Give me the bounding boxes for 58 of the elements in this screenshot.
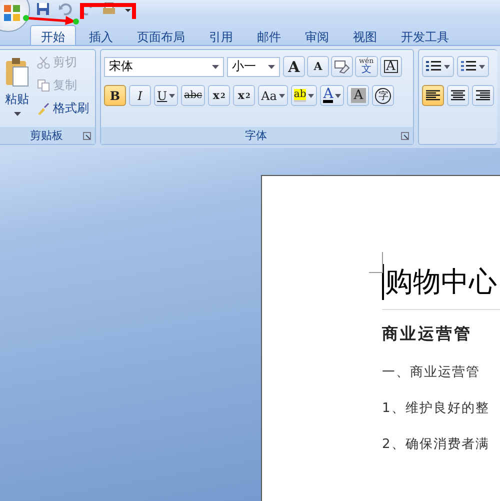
logo-icon (3, 4, 21, 22)
strike-button[interactable]: abc (181, 85, 206, 106)
caret-icon (479, 64, 485, 68)
save-icon[interactable] (36, 2, 50, 16)
caret-icon (268, 64, 275, 68)
ribbon-tab[interactable]: 邮件 (246, 25, 292, 45)
dialog-launcher-icon[interactable] (83, 132, 91, 140)
case-button[interactable]: Aa (258, 85, 288, 106)
ribbon-tab[interactable]: 审阅 (294, 25, 340, 45)
ribbon-tab[interactable]: 开始 (30, 25, 76, 45)
bullets-button[interactable] (422, 56, 454, 77)
align-icon (425, 90, 441, 102)
fontcolor-button[interactable]: A (320, 85, 344, 106)
paste-button[interactable]: 粘贴 (3, 53, 31, 124)
eraser-icon (334, 60, 350, 74)
clipboard-icon (5, 57, 29, 87)
ribbon-tab[interactable]: 引用 (198, 25, 244, 45)
bullet-list-icon (426, 60, 442, 74)
ribbon-tab[interactable]: 页面布局 (126, 25, 196, 45)
align-right-button[interactable] (472, 85, 494, 106)
ribbon-tab[interactable]: 视图 (342, 25, 388, 45)
paintbrush-icon (37, 102, 50, 115)
caret-icon (444, 64, 450, 68)
character-border-button[interactable]: A (380, 56, 402, 77)
numbering-button[interactable] (457, 56, 489, 77)
caret-icon (212, 64, 219, 68)
font-size-field[interactable]: 小一 (227, 56, 280, 76)
underline-button[interactable]: U (154, 85, 178, 106)
copy-icon (37, 79, 50, 92)
document-title: 购物中心 (385, 264, 497, 300)
caret-icon (14, 112, 20, 116)
annotation-arrow (22, 14, 80, 26)
group-label: 字体 (244, 128, 268, 143)
scissors-icon (37, 56, 50, 69)
ribbon-tab[interactable]: 插入 (78, 25, 124, 45)
print-icon[interactable] (102, 2, 116, 16)
document-text: 一、商业运营管 (382, 364, 481, 381)
highlight-button[interactable]: ab (290, 85, 318, 106)
group-label: 剪贴板 (29, 128, 64, 143)
grow-font-button[interactable]: A (283, 56, 305, 77)
numbered-list-icon (461, 60, 477, 74)
shade-button[interactable]: A (347, 85, 370, 106)
document-heading: 商业运营管 (382, 324, 473, 345)
document-text: 1、维护良好的整 (382, 400, 490, 417)
align-left-button[interactable] (422, 85, 444, 106)
clear-format-button[interactable] (331, 56, 353, 77)
italic-button[interactable]: I (129, 85, 151, 106)
align-center-button[interactable] (447, 85, 469, 106)
clipboard-command[interactable]: 格式刷 (35, 99, 91, 118)
ribbon-tab[interactable]: 开发工具 (390, 25, 460, 45)
document-text: 2、确保消费者满 (382, 436, 490, 453)
bold-button[interactable]: B (104, 85, 126, 106)
align-icon (450, 90, 466, 102)
enclose-button[interactable]: 字 (372, 85, 394, 106)
dialog-launcher-icon[interactable] (401, 132, 409, 140)
shrink-font-button[interactable]: A (307, 56, 329, 77)
align-icon (475, 90, 491, 102)
font-name-field[interactable]: 宋体 (104, 56, 224, 76)
